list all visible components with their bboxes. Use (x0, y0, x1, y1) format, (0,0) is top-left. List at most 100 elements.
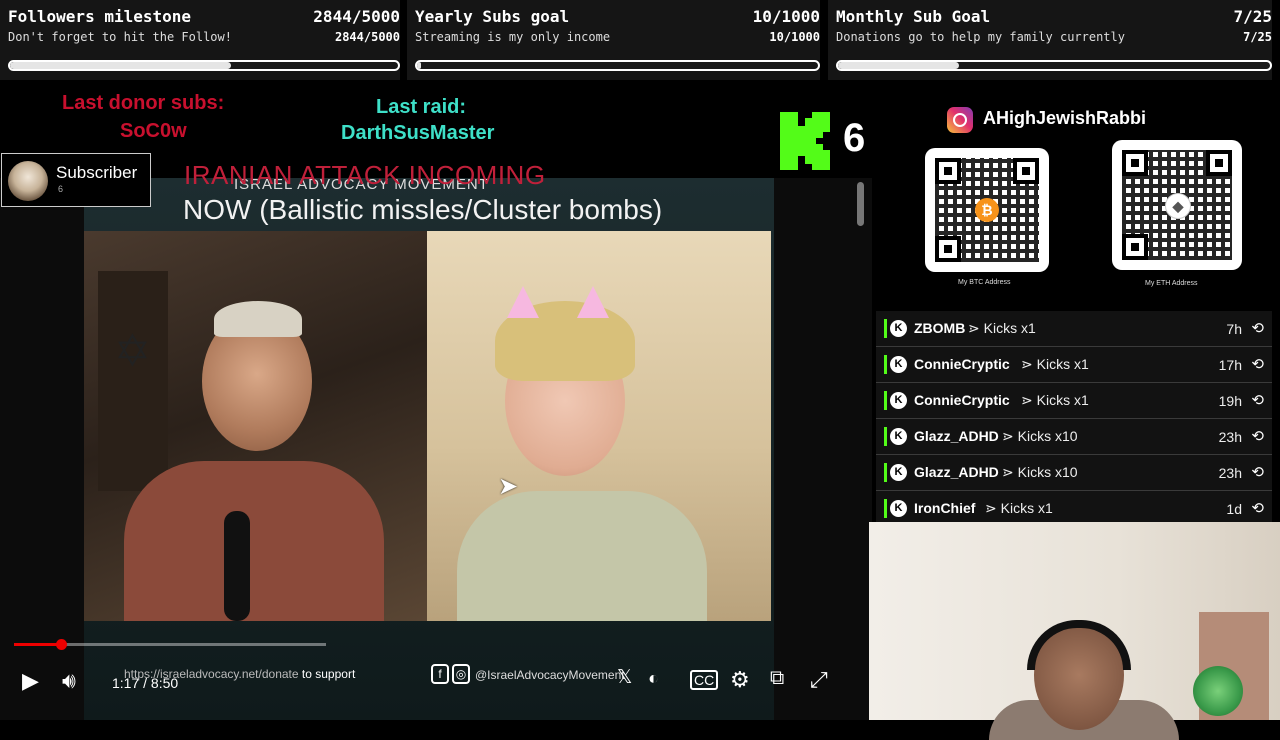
video-player[interactable]: ISRAEL ADVOCACY MOVEMENT ✡ (0, 176, 872, 720)
captions-icon[interactable]: CC (690, 670, 719, 690)
event-accent (884, 319, 887, 338)
replay-icon[interactable]: ⟲ (1251, 391, 1264, 409)
mouse-cursor-icon: ➤ (498, 473, 519, 500)
list-item: K Glazz_ADHD ⋗ Kicks x10 23h ⟲ (876, 419, 1272, 455)
event-action: ⋗ Kicks x1 (968, 320, 1036, 336)
goal-count: 2844/5000 (313, 7, 400, 26)
event-accent (884, 391, 887, 410)
goal-progress-fill (417, 62, 421, 69)
speaker-left-body (124, 461, 384, 621)
subscriber-count: 6 (58, 184, 64, 194)
replay-icon[interactable]: ⟲ (1251, 319, 1264, 337)
fullscreen-icon[interactable]: ⤢ (810, 667, 828, 693)
event-action: ⋗ Kicks x1 (985, 500, 1053, 516)
last-raid-name: DarthSusMaster (341, 122, 495, 144)
qr-finder (935, 158, 961, 184)
eth-qr-caption: My ETH Address (1145, 280, 1198, 287)
scrollbar-thumb[interactable] (857, 182, 864, 226)
event-user: Glazz_ADHD (914, 464, 999, 480)
video-social-handle: @IsraelAdvocacyMovement (475, 668, 625, 682)
cat-ear-left-icon (507, 286, 539, 318)
speaker-right-body (457, 491, 707, 621)
video-progress-fill (14, 643, 61, 646)
list-item: K ConnieCryptic ⋗ Kicks x1 17h ⟲ (876, 347, 1272, 383)
qr-finder (935, 236, 961, 262)
event-time: 23h (1218, 465, 1242, 481)
kick-logo-icon (780, 112, 830, 170)
last-donor-name: SoC0w (120, 120, 187, 142)
replay-icon[interactable]: ⟲ (1251, 355, 1264, 373)
goal-progress-bar (8, 60, 400, 71)
goal-progress-fill (10, 62, 231, 69)
autoplay-toggle-icon[interactable]: ◐ (648, 668, 659, 689)
goal-count: 7/25 (1233, 7, 1272, 26)
goal-progress-bar (415, 60, 820, 71)
goal-progress-bar (836, 60, 1272, 71)
subscriber-card: Subscriber 6 (1, 153, 151, 207)
ethereum-icon: ◆ (1165, 193, 1191, 219)
event-time: 23h (1218, 429, 1242, 445)
replay-icon[interactable]: ⟲ (1251, 463, 1264, 481)
goal-subtitle: Donations go to help my family currently (836, 30, 1125, 44)
goal-title: Yearly Subs goal (415, 7, 570, 26)
instagram-icon (947, 107, 973, 133)
list-item: K IronChief ⋗ Kicks x1 1d ⟲ (876, 491, 1272, 523)
kick-badge-icon: K (890, 392, 907, 409)
video-right-pane (427, 231, 771, 621)
kick-badge-icon: K (890, 320, 907, 337)
miniplayer-icon[interactable]: ⧉ (770, 667, 784, 690)
settings-gear-icon[interactable]: ⚙ (730, 667, 750, 693)
star-of-david-icon: ✡ (114, 327, 151, 376)
microphone (224, 511, 250, 621)
volume-icon[interactable]: 🔊︎ (62, 668, 76, 694)
x-icon: 𝕏 (617, 667, 633, 688)
event-accent (884, 427, 887, 446)
flag-backdrop (98, 271, 168, 491)
list-item: K ZBOMB ⋗ Kicks x1 7h ⟲ (876, 311, 1272, 347)
cat-ear-right-icon (577, 286, 609, 318)
instagram-handle: AHighJewishRabbi (983, 108, 1147, 128)
qr-finder (1013, 158, 1039, 184)
event-action: ⋗ Kicks x1 (1021, 356, 1089, 372)
kick-badge-icon: K (890, 500, 907, 517)
kick-badge-icon: K (890, 464, 907, 481)
kick-logo-shape (780, 112, 830, 170)
replay-icon[interactable]: ⟲ (1251, 427, 1264, 445)
play-icon[interactable]: ▶ (22, 668, 39, 694)
goal-count-small: 7/25 (1243, 30, 1272, 44)
subscriber-label: Subscriber (56, 163, 138, 182)
donate-suffix: to support (301, 667, 356, 681)
event-user: ConnieCryptic (914, 356, 1010, 372)
event-action: ⋗ Kicks x10 (1002, 464, 1078, 480)
goal-subtitle: Don't forget to hit the Follow! (8, 30, 232, 44)
kick-follower-count: 6 (843, 116, 866, 160)
event-time: 17h (1218, 357, 1242, 373)
event-time: 7h (1226, 321, 1242, 337)
replay-icon[interactable]: ⟲ (1251, 499, 1264, 517)
goal-title: Followers milestone (8, 7, 192, 26)
video-scrubber-handle[interactable] (55, 639, 67, 650)
list-item: K ConnieCryptic ⋗ Kicks x1 19h ⟲ (876, 383, 1272, 419)
goal-monthly-subs: Monthly Sub Goal 7/25 Donations go to he… (828, 0, 1272, 80)
qr-finder (1206, 150, 1232, 176)
event-accent (884, 355, 887, 374)
kippah (214, 301, 302, 337)
goal-subtitle: Streaming is my only income (415, 30, 611, 44)
goal-yearly-subs: Yearly Subs goal 10/1000 Streaming is my… (407, 0, 820, 80)
event-time: 1d (1226, 501, 1242, 517)
donate-url: https://israeladvocacy.net/donate (124, 667, 299, 681)
kick-badge-icon: K (890, 356, 907, 373)
last-raid-label: Last raid: (376, 96, 467, 118)
event-list: K ZBOMB ⋗ Kicks x1 7h ⟲ K ConnieCryptic … (876, 311, 1272, 523)
event-action: ⋗ Kicks x10 (1002, 428, 1078, 444)
event-accent (884, 463, 887, 482)
donate-link[interactable]: https://israeladvocacy.net/donate to sup… (124, 667, 355, 681)
last-donor-label: Last donor subs: (62, 92, 225, 114)
instagram-small-icon: ◎ (452, 664, 470, 684)
scrollbar[interactable] (856, 178, 866, 638)
event-user: ZBOMB (914, 320, 966, 336)
btc-qr-code: ₿ (925, 148, 1049, 272)
alert-headline: IRANIAN ATTACK INCOMING (184, 160, 546, 190)
goal-count-small: 10/1000 (769, 30, 820, 44)
plant-decoration (1193, 666, 1243, 716)
